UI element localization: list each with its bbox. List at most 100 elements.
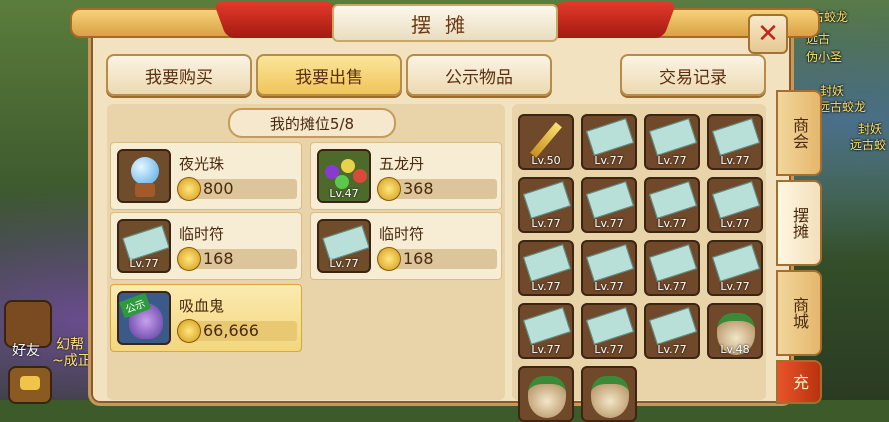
side-tab-mall[interactable]: 商城 — [776, 270, 822, 356]
red-ribbon-left — [213, 2, 347, 38]
inventory-cell[interactable]: Lv.77 — [644, 303, 700, 359]
item-name: 夜光珠 — [179, 155, 225, 173]
chat-icon — [20, 376, 40, 390]
world-npc-name: 伪小圣 — [806, 50, 843, 64]
status-label: ~成正 — [52, 353, 92, 369]
talisman-icon — [712, 181, 760, 219]
tab-buy[interactable]: 我要购买 — [106, 54, 252, 96]
chat-button[interactable] — [8, 366, 52, 404]
herb-pot-icon — [528, 376, 566, 418]
item-level: Lv.50 — [531, 154, 561, 167]
item-price: 168 — [403, 249, 434, 268]
inventory-cell[interactable]: Lv.77 — [707, 240, 763, 296]
inventory-cell[interactable]: Lv.77 — [518, 303, 574, 359]
item-level: Lv.77 — [594, 343, 624, 356]
item-level: Lv.77 — [720, 217, 750, 230]
item-level: Lv.77 — [594, 217, 624, 230]
talisman-icon — [649, 244, 697, 282]
item-level: Lv.77 — [329, 257, 359, 270]
item-price: 800 — [203, 179, 234, 198]
stall-slot[interactable]: 夜光珠 800 — [110, 142, 302, 210]
talisman-icon — [586, 307, 634, 345]
talisman-icon — [523, 181, 571, 219]
item-level: Lv.77 — [594, 154, 624, 167]
side-tab-guild-shop[interactable]: 商会 — [776, 90, 822, 176]
talisman-icon — [712, 244, 760, 282]
temporary-talisman-icon: Lv.77 — [317, 219, 371, 273]
item-level: Lv.77 — [720, 280, 750, 293]
inventory-cell[interactable] — [518, 366, 574, 422]
close-icon: ✕ — [757, 19, 779, 49]
inventory-cell[interactable]: Lv.77 — [518, 240, 574, 296]
side-tab-stall[interactable]: 摆摊 — [776, 180, 822, 266]
world-npc-name: 远古蛟龙 — [818, 100, 867, 114]
inventory-cell[interactable]: Lv.77 — [644, 240, 700, 296]
item-name: 临时符 — [379, 225, 425, 243]
talisman-icon — [649, 181, 697, 219]
world-npc-name: 封妖 — [820, 84, 845, 98]
item-level: Lv.77 — [657, 154, 687, 167]
red-ribbon-right — [543, 2, 677, 38]
inventory-cell[interactable]: Lv.77 — [644, 177, 700, 233]
inventory-cell[interactable]: Lv.77 — [518, 177, 574, 233]
inventory-cell[interactable]: Lv.77 — [581, 114, 637, 170]
five-dragon-pill-icon: Lv.47 — [317, 149, 371, 203]
tab-label: 公示物品 — [445, 67, 513, 88]
item-level: Lv.48 — [720, 343, 750, 356]
talisman-icon — [649, 118, 697, 156]
side-tab-label: 商城 — [790, 297, 809, 329]
stall-slot-public[interactable]: 公示 吸血鬼 66,666 — [110, 284, 302, 352]
item-level: Lv.77 — [720, 154, 750, 167]
talisman-icon — [649, 307, 697, 345]
talisman-icon — [523, 244, 571, 282]
side-tab-recharge[interactable]: 充 — [776, 360, 822, 404]
tab-sell[interactable]: 我要出售 — [256, 54, 402, 96]
window-title: 摆摊 — [411, 12, 479, 37]
item-level: Lv.47 — [329, 187, 359, 200]
tab-label: 我要购买 — [145, 67, 213, 88]
inventory-cell[interactable]: Lv.50 — [518, 114, 574, 170]
stall-slot[interactable]: Lv.77 临时符 168 — [110, 212, 302, 280]
price-bar: 368 — [377, 177, 497, 201]
gold-coin-icon — [377, 177, 401, 201]
side-tab-label: 商会 — [790, 117, 809, 149]
price-bar: 168 — [177, 247, 297, 271]
side-tab-label: 充 — [790, 374, 809, 390]
price-bar: 800 — [177, 177, 297, 201]
item-name: 吸血鬼 — [179, 297, 225, 315]
inventory-cell[interactable]: Lv.48 — [707, 303, 763, 359]
talisman-icon — [712, 118, 760, 156]
stall-slot-header: 我的摊位5/8 — [228, 108, 396, 138]
tab-label: 交易记录 — [659, 67, 727, 88]
inventory-cell[interactable]: Lv.77 — [707, 114, 763, 170]
inventory-cell[interactable]: Lv.77 — [707, 177, 763, 233]
talisman-icon — [586, 244, 634, 282]
tab-trade-history[interactable]: 交易记录 — [620, 54, 766, 96]
stall-slot[interactable]: Lv.77 临时符 168 — [310, 212, 502, 280]
item-level: Lv.77 — [531, 343, 561, 356]
inventory-cell[interactable]: Lv.77 — [581, 240, 637, 296]
item-name: 临时符 — [179, 225, 225, 243]
inventory-cell[interactable]: Lv.77 — [581, 177, 637, 233]
talisman-icon — [586, 118, 634, 156]
tab-label: 我要出售 — [295, 67, 363, 88]
item-price: 66,666 — [203, 321, 259, 340]
stall-slot-count: 我的摊位5/8 — [269, 114, 355, 133]
price-bar: 168 — [377, 247, 497, 271]
gold-coin-icon — [377, 247, 401, 271]
inventory-cell[interactable]: Lv.77 — [644, 114, 700, 170]
tab-public-items[interactable]: 公示物品 — [406, 54, 552, 96]
close-button[interactable]: ✕ — [748, 14, 788, 54]
gold-coin-icon — [177, 247, 201, 271]
item-level: Lv.77 — [129, 257, 159, 270]
stall-slot[interactable]: Lv.47 五龙丹 368 — [310, 142, 502, 210]
inventory-cell[interactable]: Lv.77 — [581, 303, 637, 359]
talisman-icon — [523, 307, 571, 345]
talisman-icon — [586, 181, 634, 219]
vampire-pet-icon: 公示 — [117, 291, 171, 345]
side-tab-label: 摆摊 — [790, 207, 809, 239]
inventory-cell[interactable] — [581, 366, 637, 422]
item-level: Lv.77 — [531, 280, 561, 293]
night-pearl-icon — [117, 149, 171, 203]
item-price: 368 — [403, 179, 434, 198]
